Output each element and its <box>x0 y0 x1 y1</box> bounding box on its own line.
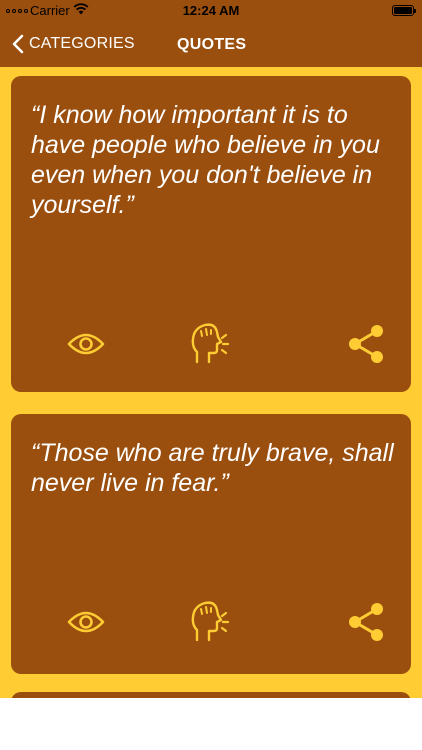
app-screen: Carrier 12:24 AM CATEGORIES QUOTES “I kn… <box>0 0 422 698</box>
eye-icon <box>67 332 105 356</box>
share-button[interactable] <box>343 599 389 645</box>
battery-icon <box>392 5 416 16</box>
share-icon <box>347 602 385 642</box>
back-button-label: CATEGORIES <box>29 35 135 52</box>
quote-actions <box>11 321 411 367</box>
view-button[interactable] <box>63 321 109 367</box>
speak-button[interactable] <box>187 321 233 367</box>
status-bar: Carrier 12:24 AM <box>0 0 422 22</box>
speaking-head-icon <box>189 322 231 366</box>
nav-bar: CATEGORIES QUOTES <box>0 22 422 67</box>
quote-card: “I know how important it is to have peop… <box>11 76 411 392</box>
eye-icon <box>67 610 105 634</box>
back-button[interactable]: CATEGORIES <box>12 30 135 58</box>
share-button[interactable] <box>343 321 389 367</box>
share-icon <box>347 324 385 364</box>
view-button[interactable] <box>63 599 109 645</box>
quote-card <box>11 692 411 698</box>
speak-button[interactable] <box>187 599 233 645</box>
page-title: QUOTES <box>177 36 247 53</box>
quote-text: “I know how important it is to have peop… <box>31 101 380 219</box>
chevron-left-icon <box>12 34 24 54</box>
speaking-head-icon <box>189 600 231 644</box>
quote-card: “Those who are truly brave, shall never … <box>11 414 411 674</box>
quote-text: “Those who are truly brave, shall never … <box>31 439 394 497</box>
quote-actions <box>11 599 411 645</box>
status-time: 12:24 AM <box>182 3 240 18</box>
